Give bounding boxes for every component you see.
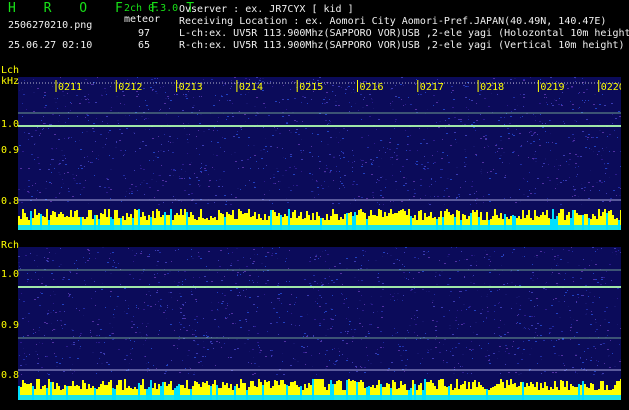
datetime-label: 25.06.27 02:10: [8, 40, 93, 51]
rch-info-line: R-ch:ex. UV5R 113.900Mhz(SAPPORO VOR)USB…: [179, 40, 625, 51]
time-tick-label: 0211: [58, 82, 82, 93]
lch-ytick-label: 0.9: [1, 145, 20, 156]
mode-label: meteor: [124, 14, 161, 25]
rch-count: 65: [138, 40, 151, 51]
observer-line: Ovserver : ex. JR7CYX [ kid ]: [179, 4, 354, 15]
time-tick-label: 0219: [540, 82, 564, 93]
time-tick-label: 0212: [118, 82, 142, 93]
time-tick-label: 0220: [601, 82, 621, 93]
time-tick-label: 0213: [179, 82, 203, 93]
noise-background: [18, 77, 621, 230]
lch-info-line: L-ch:ex. UV5R 113.900Mhz(SAPPORO VOR)USB…: [179, 28, 629, 39]
rch-ytick-label: 0.8: [1, 370, 20, 381]
rch-ytick-label: 0.9: [1, 320, 20, 331]
time-tick-label: 0216: [360, 82, 384, 93]
rch-channel-label: Rch: [1, 240, 20, 251]
rch-spectrogram-svg: [18, 247, 621, 400]
level-bars: [18, 379, 621, 400]
time-tick-label: 0218: [480, 82, 504, 93]
location-line: Receiving Location : ex. Aomori City Aom…: [179, 16, 607, 27]
time-tick-label: 0214: [239, 82, 263, 93]
baseline-strip: [18, 225, 621, 230]
filename-label: 2506270210.png: [8, 20, 93, 31]
lch-spectrogram: 0211 0212 0213 0214 0215 0216 0217 0218 0219 0220: [18, 77, 621, 230]
lch-ytick-label: 1.0: [1, 119, 20, 130]
lch-count: 97: [138, 28, 151, 39]
lch-ytick-label: 0.8: [1, 196, 20, 207]
rch-ytick-label: 1.0: [1, 269, 20, 280]
baseline-strip: [18, 395, 621, 400]
rch-spectrogram: [18, 247, 621, 400]
time-tick-label: 0217: [420, 82, 444, 93]
time-tick-label: 0215: [299, 82, 323, 93]
lch-spectrogram-svg: 0211 0212 0213 0214 0215 0216 0217 0218 0219 0220: [18, 77, 621, 230]
lch-unit-label: kHz: [1, 76, 20, 87]
